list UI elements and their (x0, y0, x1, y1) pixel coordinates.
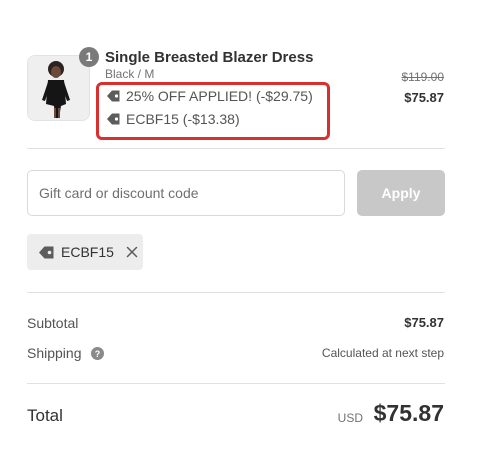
currency-code: USD (337, 411, 363, 425)
subtotal-label: Subtotal (27, 315, 79, 331)
product-price: $75.87 (404, 90, 444, 105)
total-price: $75.87 (373, 400, 444, 426)
applied-code-chip: ECBF15 (27, 234, 143, 270)
applied-code-label: ECBF15 (61, 244, 114, 260)
divider (27, 292, 445, 293)
discount-label: 25% OFF APPLIED! (-$29.75) (126, 88, 313, 104)
product-title: Single Breasted Blazer Dress (105, 49, 314, 66)
question-circle-icon[interactable]: ? (91, 347, 104, 360)
discount-line-code: ECBF15 (-$13.38) (106, 111, 240, 127)
close-icon[interactable] (126, 246, 138, 258)
discount-line-auto: 25% OFF APPLIED! (-$29.75) (106, 88, 313, 104)
total-label: Total (27, 406, 63, 425)
discount-code-input[interactable] (27, 170, 345, 216)
product-image (28, 56, 89, 120)
product-variant: Black / M (105, 67, 155, 81)
discount-label: ECBF15 (-$13.38) (126, 111, 240, 127)
divider (27, 383, 445, 384)
tag-icon (106, 89, 121, 103)
tag-icon (38, 245, 55, 260)
tag-icon (106, 112, 121, 126)
quantity-badge: 1 (79, 47, 99, 67)
shipping-label: Shipping (27, 345, 82, 361)
subtotal-value: $75.87 (404, 315, 444, 330)
original-price: $119.00 (401, 70, 445, 84)
product-thumbnail (27, 55, 90, 121)
shipping-value: Calculated at next step (321, 346, 444, 360)
divider (27, 148, 445, 149)
apply-button[interactable]: Apply (357, 170, 445, 216)
